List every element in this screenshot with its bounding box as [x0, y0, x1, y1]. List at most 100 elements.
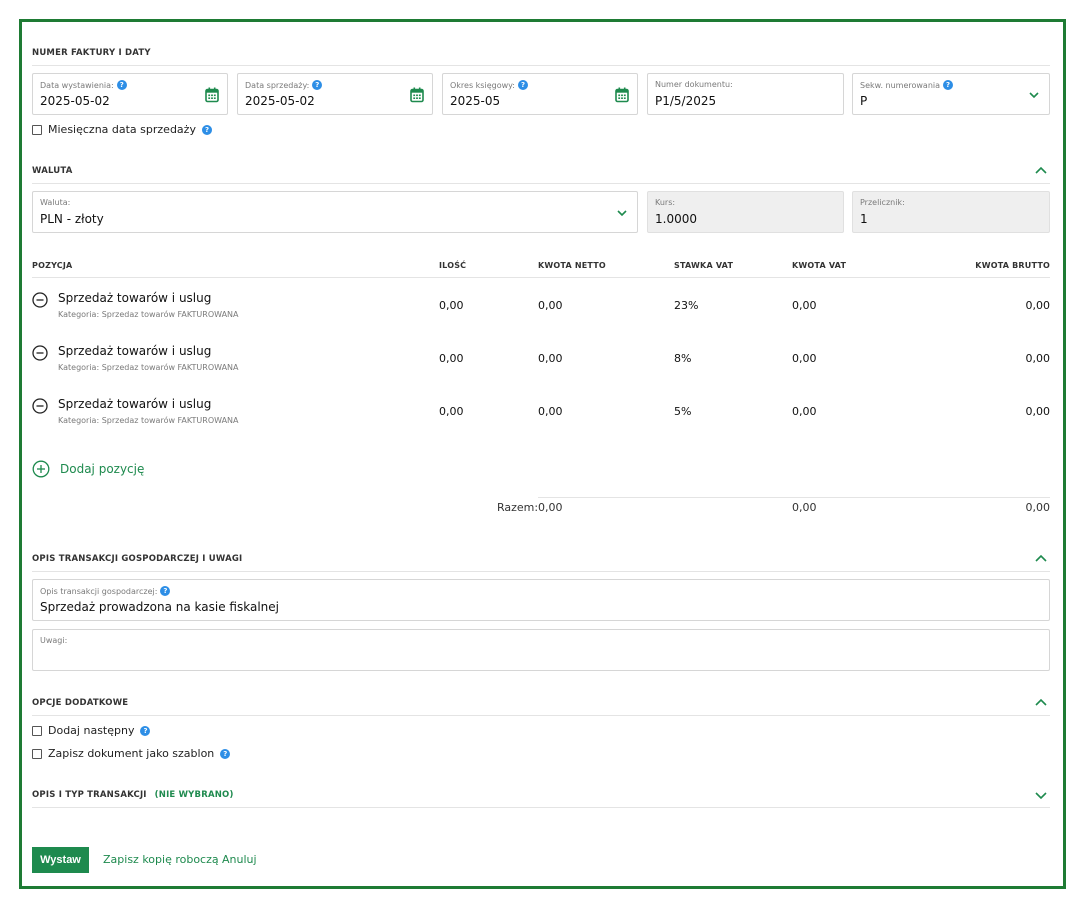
chevron-down-icon[interactable]: [1034, 789, 1048, 801]
row-vat-amount: 0,00: [792, 299, 817, 312]
chevron-up-icon[interactable]: [1034, 697, 1048, 709]
add-next-checkbox[interactable]: [32, 725, 42, 736]
row-vat-rate[interactable]: 23%: [674, 299, 698, 312]
exchange-rate-field: Kurs: 1.0000: [647, 191, 844, 233]
th-gross: KWOTA BRUTTO: [975, 261, 1050, 270]
row-category: Kategoria: Sprzedaz towarów FAKTUROWANA: [58, 363, 239, 372]
row-name[interactable]: Sprzedaż towarów i uslug: [58, 397, 211, 411]
row-net[interactable]: 0,00: [538, 299, 563, 312]
numbering-sequence-value: P: [860, 94, 868, 108]
transaction-type-status: (NIE WYBRANO): [154, 789, 234, 800]
remove-row-icon[interactable]: [32, 345, 48, 361]
table-row: Sprzedaż towarów i uslug Kategoria: Sprz…: [32, 286, 1050, 326]
row-quantity[interactable]: 0,00: [439, 405, 464, 418]
row-vat-amount: 0,00: [792, 405, 817, 418]
section-currency-header[interactable]: WALUTA: [32, 158, 1050, 184]
calendar-icon[interactable]: [205, 87, 219, 103]
converter-field: Przelicznik: 1: [852, 191, 1050, 233]
add-position-button[interactable]: Dodaj pozycję: [32, 460, 144, 478]
totals-divider: [538, 497, 1050, 498]
row-category: Kategoria: Sprzedaz towarów FAKTUROWANA: [58, 310, 239, 319]
chevron-down-icon[interactable]: [1028, 90, 1040, 100]
numbering-sequence-label: Sekw. numerowania: [860, 80, 941, 90]
save-as-template-label: Zapisz dokument jako szablon: [48, 747, 215, 760]
row-net[interactable]: 0,00: [538, 352, 563, 365]
totals-gross: 0,00: [1025, 501, 1051, 514]
issue-date-field[interactable]: Data wystawienia:? 2025-05-02: [32, 73, 228, 115]
section-invoice-dates-header: NUMER FAKTURY I DATY: [32, 40, 1050, 66]
row-name[interactable]: Sprzedaż towarów i uslug: [58, 344, 211, 358]
section-currency-title: WALUTA: [32, 165, 73, 176]
currency-value: PLN - złoty: [40, 212, 104, 226]
transaction-description-label: Opis transakcji gospodarczej:: [40, 586, 158, 596]
chevron-up-icon[interactable]: [1034, 553, 1048, 565]
help-icon[interactable]: ?: [140, 725, 151, 736]
issue-date-value: 2025-05-02: [40, 94, 110, 108]
sale-date-value: 2025-05-02: [245, 94, 315, 108]
row-vat-rate[interactable]: 5%: [674, 405, 691, 418]
help-icon[interactable]: ?: [220, 748, 231, 759]
notes-field[interactable]: Uwagi:: [32, 629, 1050, 671]
th-net: KWOTA NETTO: [538, 261, 606, 270]
add-next-label: Dodaj następny: [48, 724, 135, 737]
monthly-sale-date-checkbox[interactable]: [32, 124, 42, 135]
cancel-link[interactable]: Anuluj: [222, 853, 257, 866]
table-row: Sprzedaż towarów i uslug Kategoria: Sprz…: [32, 339, 1050, 379]
add-position-label: Dodaj pozycję: [60, 462, 145, 476]
row-quantity[interactable]: 0,00: [439, 299, 464, 312]
chevron-down-icon[interactable]: [616, 208, 628, 218]
help-icon[interactable]: ?: [201, 124, 212, 135]
calendar-icon[interactable]: [410, 87, 424, 103]
row-gross[interactable]: 0,00: [1026, 352, 1051, 365]
numbering-sequence-select[interactable]: Sekw. numerowania? P: [852, 73, 1050, 115]
save-as-template-checkbox[interactable]: [32, 748, 42, 759]
help-icon[interactable]: ?: [312, 80, 323, 90]
chevron-up-icon[interactable]: [1034, 165, 1048, 177]
sale-date-field[interactable]: Data sprzedaży:? 2025-05-02: [237, 73, 433, 115]
save-draft-link[interactable]: Zapisz kopię roboczą: [103, 853, 219, 866]
section-description-title: OPIS TRANSAKCJI GOSPODARCZEJ I UWAGI: [32, 553, 243, 564]
row-vat-rate[interactable]: 8%: [674, 352, 691, 365]
accounting-period-field[interactable]: Okres księgowy:? 2025-05: [442, 73, 638, 115]
row-gross[interactable]: 0,00: [1026, 299, 1051, 312]
totals-label: Razem:: [497, 501, 539, 514]
totals-net: 0,00: [538, 501, 563, 514]
accounting-period-value: 2025-05: [450, 94, 501, 108]
row-category: Kategoria: Sprzedaz towarów FAKTUROWANA: [58, 416, 239, 425]
section-invoice-dates-title: NUMER FAKTURY I DATY: [32, 47, 151, 58]
currency-label: Waluta:: [40, 198, 71, 207]
exchange-rate-label: Kurs:: [655, 198, 676, 207]
remove-row-icon[interactable]: [32, 398, 48, 414]
totals-vat-amount: 0,00: [792, 501, 817, 514]
row-vat-amount: 0,00: [792, 352, 817, 365]
invoice-form-frame: NUMER FAKTURY I DATY Data wystawienia:? …: [19, 19, 1066, 889]
help-icon[interactable]: ?: [116, 80, 127, 90]
row-gross[interactable]: 0,00: [1026, 405, 1051, 418]
notes-label: Uwagi:: [40, 636, 68, 645]
section-options-header[interactable]: OPCJE DODATKOWE: [32, 690, 1050, 716]
th-vat-rate: STAWKA VAT: [674, 261, 734, 270]
row-net[interactable]: 0,00: [538, 405, 563, 418]
section-description-header[interactable]: OPIS TRANSAKCJI GOSPODARCZEJ I UWAGI: [32, 546, 1050, 572]
section-options-title: OPCJE DODATKOWE: [32, 697, 129, 708]
issue-button[interactable]: Wystaw: [32, 847, 89, 873]
row-quantity[interactable]: 0,00: [439, 352, 464, 365]
exchange-rate-value: 1.0000: [655, 212, 697, 226]
document-number-field[interactable]: Numer dokumentu: P1/5/2025: [647, 73, 844, 115]
plus-circle-icon: [32, 460, 50, 478]
currency-select[interactable]: Waluta: PLN - złoty: [32, 191, 638, 233]
help-icon[interactable]: ?: [160, 586, 171, 596]
row-name[interactable]: Sprzedaż towarów i uslug: [58, 291, 211, 305]
section-transaction-type-header[interactable]: OPIS I TYP TRANSAKCJI (NIE WYBRANO): [32, 782, 1050, 808]
th-vat-amount: KWOTA VAT: [792, 261, 847, 270]
calendar-icon[interactable]: [615, 87, 629, 103]
add-next-option: Dodaj następny ?: [32, 724, 151, 737]
document-number-value: P1/5/2025: [655, 94, 717, 108]
transaction-description-field[interactable]: Opis transakcji gospodarczej:? Sprzedaż …: [32, 579, 1050, 621]
transaction-description-value: Sprzedaż prowadzona na kasie fiskalnej: [40, 600, 279, 614]
monthly-sale-date-option: Miesięczna data sprzedaży ?: [32, 123, 212, 136]
help-icon[interactable]: ?: [517, 80, 528, 90]
help-icon[interactable]: ?: [943, 80, 954, 90]
table-row: Sprzedaż towarów i uslug Kategoria: Sprz…: [32, 392, 1050, 432]
remove-row-icon[interactable]: [32, 292, 48, 308]
